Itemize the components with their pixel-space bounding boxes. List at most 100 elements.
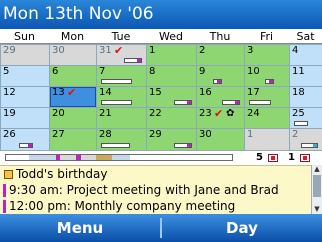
event-list-scrollbar[interactable]: ▲ ▼: [311, 165, 322, 214]
event-duration-bar: [249, 100, 271, 105]
meeting-color-icon: [3, 184, 6, 197]
day-cell[interactable]: 22: [147, 108, 196, 128]
day-cell[interactable]: 15: [147, 87, 196, 107]
day-cell[interactable]: 30: [50, 45, 96, 65]
day-cell[interactable]: 2: [290, 129, 322, 150]
day-cell[interactable]: 2: [197, 45, 244, 65]
day-number: 24: [247, 108, 260, 119]
event-list-item[interactable]: Todd's birthday: [0, 166, 306, 182]
event-duration-bar: [101, 79, 132, 84]
day-number: 1: [149, 45, 156, 56]
anniversary-icon: ✿: [226, 108, 235, 119]
weekday-label-wed: Wed: [159, 30, 183, 43]
day-cell[interactable]: 13 ✔: [50, 87, 96, 107]
day-cell[interactable]: 24: [245, 108, 289, 128]
day-cell[interactable]: 7: [97, 66, 146, 86]
event-duration-bar: [123, 58, 142, 63]
day-cell[interactable]: 5: [1, 66, 49, 86]
event-count: 5: [256, 152, 263, 163]
day-number: 30: [199, 129, 212, 140]
day-number: 17: [247, 87, 260, 98]
day-cell[interactable]: 17: [245, 87, 289, 107]
page-title: Mon 13th Nov '06: [3, 4, 154, 24]
day-cell[interactable]: 12: [1, 87, 49, 107]
day-number: 28: [99, 129, 112, 140]
day-cell[interactable]: 16: [197, 87, 244, 107]
todo-icon: [300, 154, 310, 162]
day-cell[interactable]: 6: [50, 66, 96, 86]
day-number: 8: [149, 66, 156, 77]
day-number: 19: [3, 108, 16, 119]
day-cell[interactable]: 26: [1, 129, 49, 150]
event-color-mark: [136, 59, 141, 62]
day-cell[interactable]: 27: [50, 129, 96, 150]
todo-count: 1: [288, 152, 295, 163]
day-number: 3: [247, 45, 254, 56]
event-color-mark: [186, 101, 191, 104]
day-cell[interactable]: 4: [290, 45, 322, 65]
day-cell[interactable]: 28: [97, 129, 146, 150]
day-number: 9: [199, 66, 206, 77]
day-number: 4: [292, 45, 299, 56]
scroll-up-arrow-icon[interactable]: ▲: [313, 166, 321, 173]
scroll-down-arrow-icon[interactable]: ▼: [313, 206, 321, 213]
day-cell[interactable]: 10: [245, 66, 289, 86]
day-cell[interactable]: 25: [290, 108, 322, 128]
day-cell[interactable]: 20: [50, 108, 96, 128]
event-list: Todd's birthday 9:30 am: Project meeting …: [0, 165, 322, 214]
day-cell[interactable]: 21: [97, 108, 146, 128]
day-number: 20: [52, 108, 65, 119]
timeline-segment: [28, 155, 56, 160]
day-number: 10: [247, 66, 260, 77]
day-number: 13: [52, 87, 65, 98]
day-number: 29: [149, 129, 162, 140]
event-text: 9:30 am: Project meeting with Jane and B…: [9, 183, 279, 197]
day-cell[interactable]: 31 ✔: [97, 45, 146, 65]
timeline-bar: [5, 154, 233, 161]
event-color-mark: [312, 144, 317, 147]
day-number: 30: [52, 45, 65, 56]
day-cell[interactable]: 1: [245, 129, 289, 150]
day-cell[interactable]: 8: [147, 66, 196, 86]
event-list-item[interactable]: 9:30 am: Project meeting with Jane and B…: [0, 182, 306, 198]
event-duration-bar: [101, 143, 130, 148]
day-number: 5: [3, 66, 10, 77]
day-cell[interactable]: 29: [147, 129, 196, 150]
weekday-label-thu: Thu: [209, 30, 231, 43]
day-number: 14: [99, 87, 112, 98]
event-list-item[interactable]: 12:00 pm: Monthly company meeting: [0, 198, 306, 214]
day-number: 26: [3, 129, 16, 140]
menu-softkey[interactable]: Menu: [0, 214, 160, 242]
day-number: 1: [247, 129, 254, 140]
day-cell[interactable]: 19: [1, 108, 49, 128]
completed-check-icon: ✔: [67, 87, 77, 99]
weekday-label-fri: Fri: [259, 30, 274, 43]
event-duration-bar: [173, 100, 192, 105]
day-cell[interactable]: 18: [290, 87, 322, 107]
month-grid: 29 30 31 ✔ 1 2 3 4 5 6 7 8 9 10 11 12 13 ✔ 14 15 16 17 18 19 20 2…: [0, 44, 322, 150]
day-cell[interactable]: 30: [197, 129, 244, 150]
scroll-thumb[interactable]: [313, 175, 321, 197]
event-duration-bar: [301, 143, 318, 148]
event-color-mark: [234, 101, 239, 104]
day-cell[interactable]: 9: [197, 66, 244, 86]
weekday-label-tue: Tue: [111, 30, 131, 43]
day-cell[interactable]: 23 ✔ ✿: [197, 108, 244, 128]
day-softkey[interactable]: Day: [162, 214, 322, 242]
event-duration-bar: [19, 143, 33, 148]
event-color-mark: [217, 80, 222, 83]
weekday-label-mon: Mon: [60, 30, 85, 43]
timeline-segment: [96, 155, 113, 160]
day-cell[interactable]: 11: [290, 66, 322, 86]
softkey-bar: Menu Day: [0, 214, 322, 242]
day-number: 27: [52, 129, 65, 140]
day-number: 11: [292, 66, 305, 77]
day-cell[interactable]: 3: [245, 45, 289, 65]
event-duration-bar: [222, 100, 240, 105]
day-cell[interactable]: 1: [147, 45, 196, 65]
day-cell[interactable]: 29: [1, 45, 49, 65]
day-timeline-strip: 5 1: [0, 150, 322, 165]
day-number: 22: [149, 108, 162, 119]
day-cell[interactable]: 14: [97, 87, 146, 107]
event-color-mark: [28, 144, 32, 147]
